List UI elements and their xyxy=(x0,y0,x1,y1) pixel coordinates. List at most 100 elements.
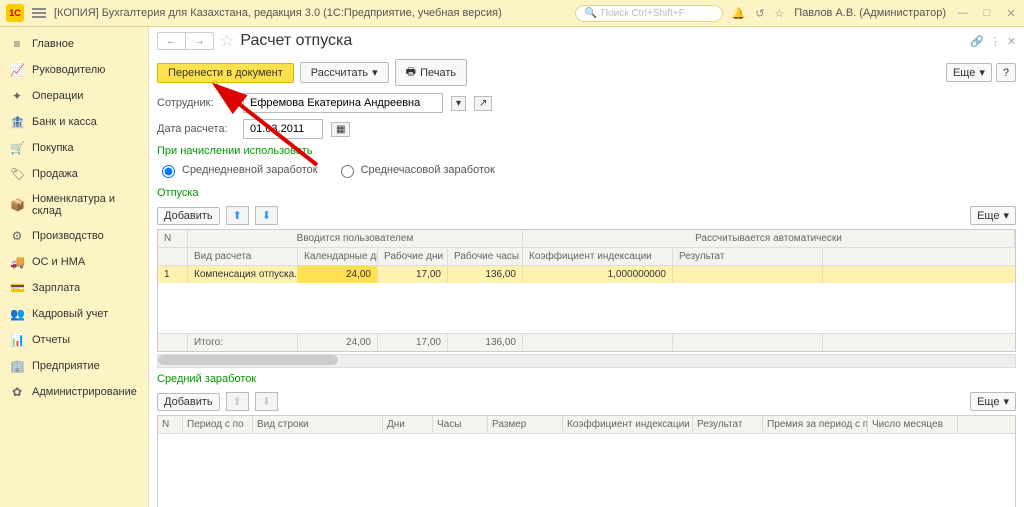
radio-daily[interactable]: Среднедневной заработок xyxy=(157,162,318,178)
sparkle-icon: ✦ xyxy=(10,89,24,103)
printer-icon: 🖶 xyxy=(406,63,416,82)
tag-icon: 🏷 xyxy=(10,167,24,181)
sidebar-item-bank[interactable]: 🏦Банк и касса xyxy=(0,109,148,135)
sidebar-item-sale[interactable]: 🏷Продажа xyxy=(0,161,148,187)
open-ref-icon[interactable]: ↗ xyxy=(474,96,492,111)
sidebar-item-manager[interactable]: 📈Руководителю xyxy=(0,57,148,83)
col2-raz[interactable]: Размер xyxy=(488,416,563,433)
total-label: Итого: xyxy=(188,334,298,351)
calculate-button[interactable]: Рассчитать ▾ xyxy=(300,62,389,83)
col-n[interactable]: N xyxy=(158,230,188,247)
col-group-user: Вводится пользователем xyxy=(188,230,523,247)
sidebar-item-company[interactable]: 🏢Предприятие xyxy=(0,353,148,379)
date-field[interactable] xyxy=(243,119,323,139)
use-label: При начислении использовать xyxy=(157,145,313,157)
restore-icon[interactable]: □ xyxy=(980,7,994,19)
col2-dni[interactable]: Дни xyxy=(383,416,433,433)
col-rabc[interactable]: Рабочие часы xyxy=(448,248,523,265)
add-button-2[interactable]: Добавить xyxy=(157,393,220,411)
chevron-down-icon: ▾ xyxy=(372,66,378,79)
sidebar-item-reports[interactable]: 📊Отчеты xyxy=(0,327,148,353)
home-icon: ≡ xyxy=(10,37,24,51)
date-label: Дата расчета: xyxy=(157,123,237,135)
sidebar-item-production[interactable]: ⚙Производство xyxy=(0,223,148,249)
more-button[interactable]: Еще ▾ xyxy=(946,63,992,82)
cog-icon: ✿ xyxy=(10,385,24,399)
nav-history[interactable]: ← → xyxy=(157,32,214,50)
move-down-icon-2[interactable]: ⬇ xyxy=(255,392,278,411)
col2-n[interactable]: N xyxy=(158,416,183,433)
title-bar: 1C [КОПИЯ] Бухгалтерия для Казахстана, р… xyxy=(0,0,1024,27)
search-input[interactable]: 🔍 Поиск Ctrl+Shift+F xyxy=(575,5,723,22)
col2-koef[interactable]: Коэффициент индексации xyxy=(563,416,693,433)
move-down-icon[interactable]: ⬇ xyxy=(255,206,278,225)
forward-icon[interactable]: → xyxy=(186,33,213,49)
vacations-section-label: Отпуска xyxy=(157,187,199,199)
gear-icon: ⚙ xyxy=(10,229,24,243)
more-button-3[interactable]: Еще ▾ xyxy=(970,392,1016,411)
col2-chas[interactable]: Часы xyxy=(433,416,488,433)
calendar-icon[interactable]: ▦ xyxy=(331,122,350,137)
col2-prem[interactable]: Премия за период с по xyxy=(763,416,868,433)
menu-icon[interactable] xyxy=(32,6,46,20)
card-icon: 💳 xyxy=(10,281,24,295)
sidebar-item-operations[interactable]: ✦Операции xyxy=(0,83,148,109)
sidebar-item-salary[interactable]: 💳Зарплата xyxy=(0,275,148,301)
cart-icon: 🛒 xyxy=(10,141,24,155)
truck-icon: 🚚 xyxy=(10,255,24,269)
add-button[interactable]: Добавить xyxy=(157,207,220,225)
col2-period[interactable]: Период с по xyxy=(183,416,253,433)
close-page-icon[interactable]: ✕ xyxy=(1007,35,1016,48)
col2-vid[interactable]: Вид строки xyxy=(253,416,383,433)
more-button-2[interactable]: Еще ▾ xyxy=(970,206,1016,225)
col-koef[interactable]: Коэффициент индексации xyxy=(523,248,673,265)
sidebar-item-purchase[interactable]: 🛒Покупка xyxy=(0,135,148,161)
logo-1c: 1C xyxy=(6,4,24,22)
col2-res[interactable]: Результат xyxy=(693,416,763,433)
col-group-auto: Рассчитывается автоматически xyxy=(523,230,1015,247)
chart-icon: 📈 xyxy=(10,63,24,77)
employee-label: Сотрудник: xyxy=(157,97,237,109)
col-res[interactable]: Результат xyxy=(673,248,823,265)
close-icon[interactable]: ✕ xyxy=(1004,7,1018,20)
search-icon: 🔍 xyxy=(584,8,596,19)
sidebar: ≡Главное 📈Руководителю ✦Операции 🏦Банк и… xyxy=(0,27,149,507)
radio-hourly[interactable]: Среднечасовой заработок xyxy=(336,162,495,178)
transfer-button[interactable]: Перенести в документ xyxy=(157,63,294,83)
sidebar-item-assets[interactable]: 🚚ОС и НМА xyxy=(0,249,148,275)
col-vid[interactable]: Вид расчета xyxy=(188,248,298,265)
star-icon[interactable]: ☆ xyxy=(774,7,784,20)
bank-icon: 🏦 xyxy=(10,115,24,129)
content-area: ← → ☆ Расчет отпуска 🔗 ⋮ ✕ Перенести в д… xyxy=(149,27,1024,507)
app-title: [КОПИЯ] Бухгалтерия для Казахстана, реда… xyxy=(54,7,502,19)
sidebar-item-stock[interactable]: 📦Номенклатура и склад xyxy=(0,187,148,223)
sidebar-item-main[interactable]: ≡Главное xyxy=(0,31,148,57)
avg-section-label: Средний заработок xyxy=(157,373,256,385)
col-rab[interactable]: Рабочие дни xyxy=(378,248,448,265)
page-title: Расчет отпуска xyxy=(240,32,352,50)
history-icon[interactable]: ↺ xyxy=(755,7,764,20)
move-up-icon[interactable]: ⬆ xyxy=(226,206,249,225)
box-icon: 📦 xyxy=(10,198,24,212)
favorite-icon[interactable]: ☆ xyxy=(220,31,234,51)
link-icon[interactable]: 🔗 xyxy=(970,35,984,48)
kebab-icon[interactable]: ⋮ xyxy=(990,35,1001,48)
employee-field[interactable] xyxy=(243,93,443,113)
bell-icon[interactable]: 🔔 xyxy=(731,7,745,20)
bars-icon: 📊 xyxy=(10,333,24,347)
col-kal[interactable]: Календарные дни xyxy=(298,248,378,265)
building-icon: 🏢 xyxy=(10,359,24,373)
move-up-icon-2[interactable]: ⬆ xyxy=(226,392,249,411)
print-button[interactable]: 🖶 Печать xyxy=(395,59,467,86)
table-row[interactable]: 1 Компенсация отпуска.. 24,00 17,00 136,… xyxy=(158,266,1015,283)
minimize-icon[interactable]: — xyxy=(956,7,970,19)
help-button[interactable]: ? xyxy=(996,63,1016,82)
sidebar-item-admin[interactable]: ✿Администрирование xyxy=(0,379,148,405)
vacations-table: N Вводится пользователем Рассчитывается … xyxy=(157,229,1016,352)
sidebar-item-hr[interactable]: 👥Кадровый учет xyxy=(0,301,148,327)
back-icon[interactable]: ← xyxy=(158,33,186,49)
h-scrollbar[interactable] xyxy=(157,354,1016,368)
dropdown-icon[interactable]: ▾ xyxy=(451,96,466,111)
col2-mes[interactable]: Число месяцев xyxy=(868,416,958,433)
user-label[interactable]: Павлов А.В. (Администратор) xyxy=(794,7,946,19)
